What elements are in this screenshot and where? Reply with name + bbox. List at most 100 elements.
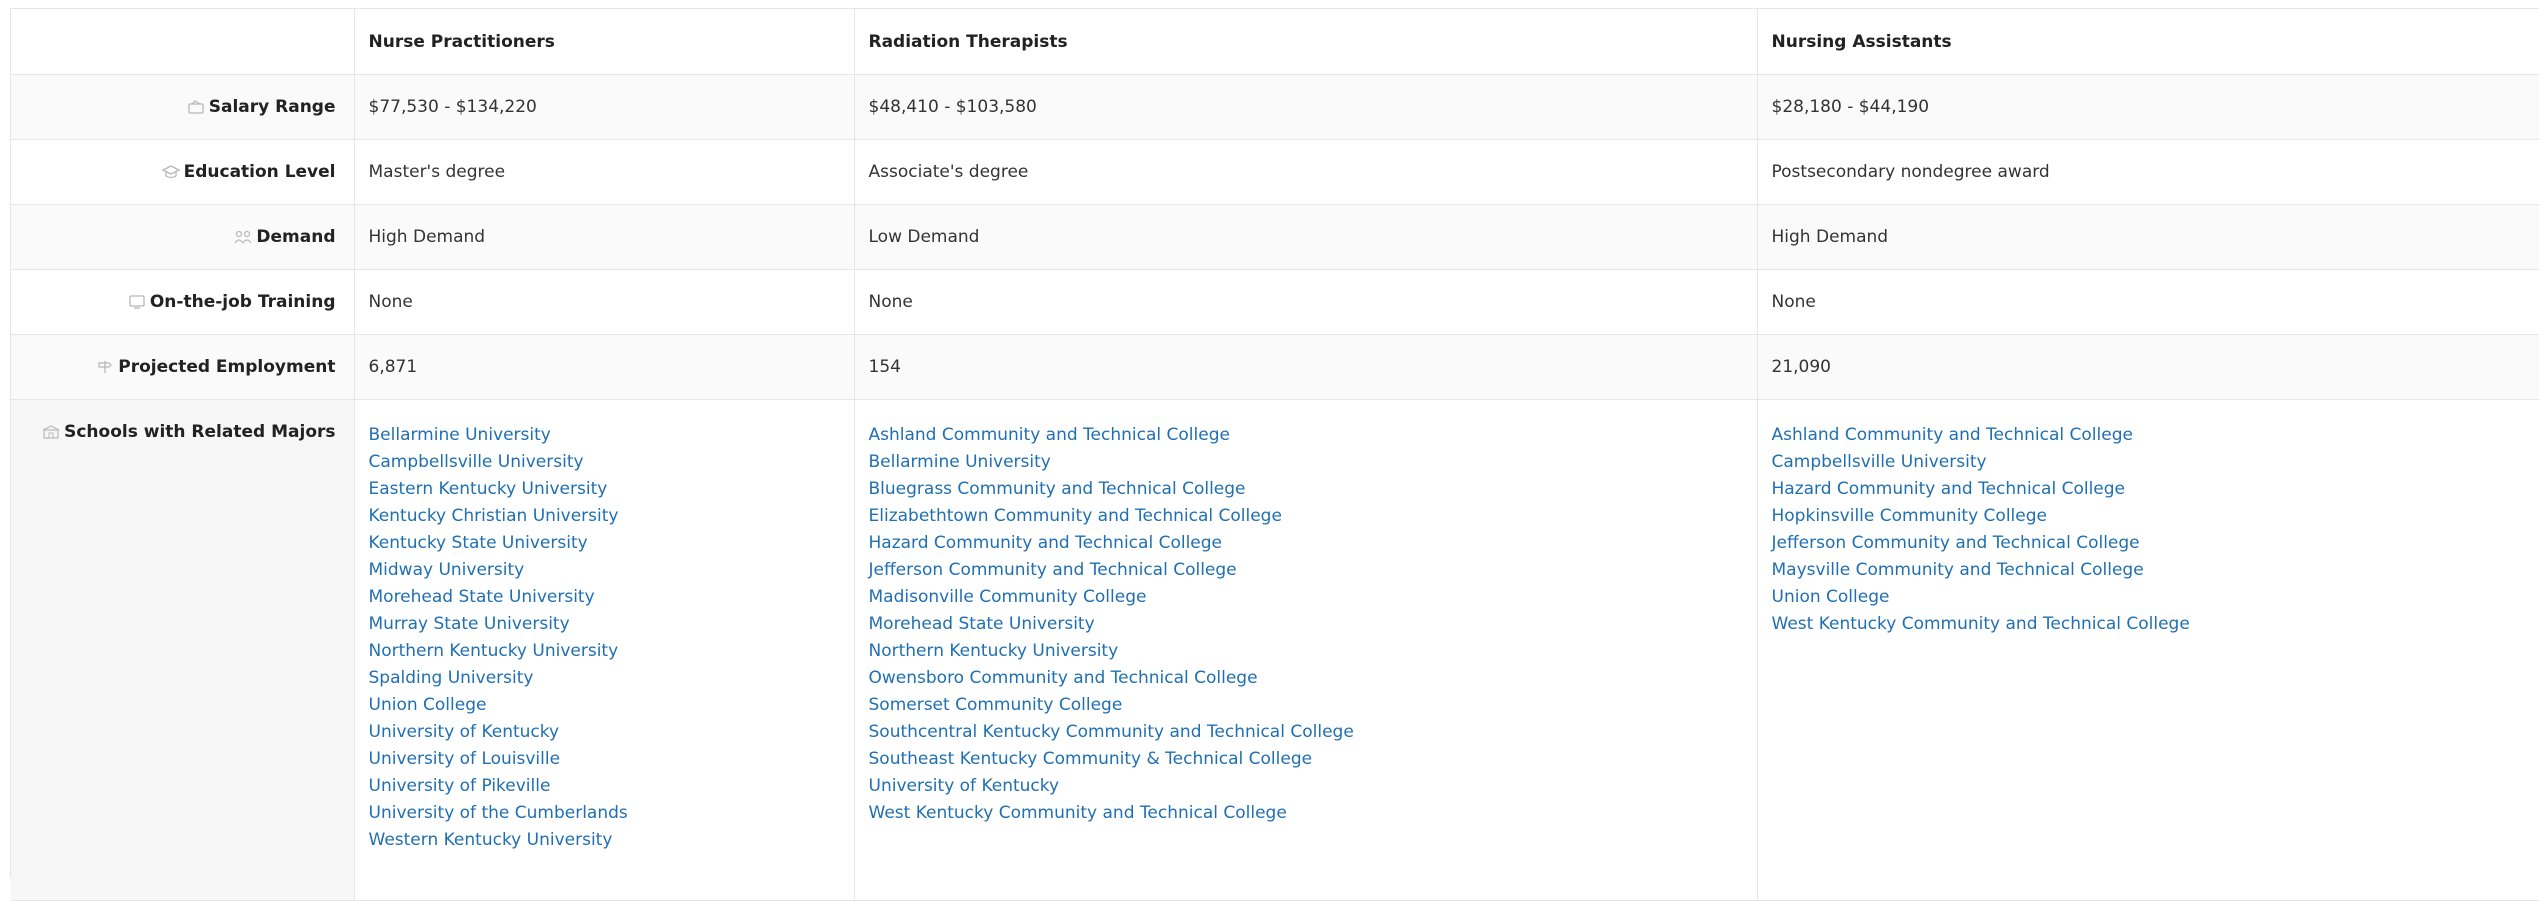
salary-range-row: Salary Range $77,530 - $134,220 $48,410 … (11, 74, 2539, 140)
school-link[interactable]: Spalding University (369, 668, 534, 688)
employment-value-3: 21,090 (1757, 334, 2539, 400)
salary-value-3: $28,180 - $44,190 (1757, 74, 2539, 140)
list-item: Bluegrass Community and Technical Colleg… (869, 476, 1743, 503)
school-link[interactable]: Midway University (369, 560, 525, 580)
list-item: Union College (1772, 584, 2526, 611)
school-link[interactable]: Union College (1772, 587, 1890, 607)
school-link[interactable]: Maysville Community and Technical Colleg… (1772, 560, 2144, 580)
school-link[interactable]: West Kentucky Community and Technical Co… (869, 803, 1287, 823)
row-label-training: On-the-job Training (11, 269, 355, 335)
school-link[interactable]: Campbellsville University (369, 452, 584, 472)
header-career-1: Nurse Practitioners (354, 9, 855, 75)
list-item: Madisonville Community College (869, 584, 1743, 611)
list-item: Western Kentucky University (369, 827, 840, 854)
list-item: Kentucky Christian University (369, 503, 840, 530)
schools-cell-1: Bellarmine University Campbellsville Univ… (354, 399, 855, 901)
school-link[interactable]: Owensboro Community and Technical Colleg… (869, 668, 1258, 688)
school-link[interactable]: Southcentral Kentucky Community and Tech… (869, 722, 1354, 742)
school-link[interactable]: Murray State University (369, 614, 570, 634)
school-link[interactable]: Western Kentucky University (369, 830, 613, 850)
list-item: Union College (369, 692, 840, 719)
header-career-3: Nursing Assistants (1757, 9, 2539, 75)
list-item: Maysville Community and Technical Colleg… (1772, 557, 2526, 584)
list-item: University of Louisville (369, 746, 840, 773)
list-item: West Kentucky Community and Technical Co… (1772, 611, 2526, 638)
school-link[interactable]: Union College (369, 695, 487, 715)
school-link[interactable]: Hazard Community and Technical College (869, 533, 1223, 553)
education-level-label: Education Level (183, 162, 336, 182)
training-row: On-the-job Training None None None (11, 269, 2539, 335)
list-item: Spalding University (369, 665, 840, 692)
school-link[interactable]: Bellarmine University (869, 452, 1051, 472)
schools-cell-2: Ashland Community and Technical College B… (854, 399, 1758, 901)
school-link[interactable]: Kentucky State University (369, 533, 588, 553)
school-link[interactable]: Bellarmine University (369, 425, 551, 445)
school-link[interactable]: Hopkinsville Community College (1772, 506, 2048, 526)
school-link[interactable]: Elizabethtown Community and Technical Co… (869, 506, 1282, 526)
comparison-table-container: Nurse Practitioners Radiation Therapists… (10, 8, 2539, 901)
school-link[interactable]: Morehead State University (869, 614, 1095, 634)
schools-label: Schools with Related Majors (64, 422, 336, 442)
demand-row: Demand High Demand Low Demand High Deman… (11, 204, 2539, 270)
list-item: Southcentral Kentucky Community and Tech… (869, 719, 1743, 746)
school-link[interactable]: Northern Kentucky University (369, 641, 619, 661)
school-link[interactable]: Southeast Kentucky Community & Technical… (869, 749, 1313, 769)
list-item: Ashland Community and Technical College (869, 422, 1743, 449)
training-value-3: None (1757, 269, 2539, 335)
school-link[interactable]: University of Louisville (369, 749, 561, 769)
list-item: Hopkinsville Community College (1772, 503, 2526, 530)
list-item: Morehead State University (869, 611, 1743, 638)
school-link[interactable]: Somerset Community College (869, 695, 1123, 715)
school-link[interactable]: Ashland Community and Technical College (869, 425, 1230, 445)
school-link[interactable]: Morehead State University (369, 587, 595, 607)
school-link[interactable]: Kentucky Christian University (369, 506, 619, 526)
list-item: Murray State University (369, 611, 840, 638)
school-link[interactable]: Jefferson Community and Technical Colleg… (869, 560, 1237, 580)
school-link[interactable]: University of Kentucky (869, 776, 1060, 796)
salary-value-1: $77,530 - $134,220 (354, 74, 855, 140)
signpost-icon (96, 360, 114, 374)
education-value-1: Master's degree (354, 139, 855, 205)
header-empty-cell (11, 9, 355, 75)
list-item: Somerset Community College (869, 692, 1743, 719)
monitor-icon (128, 295, 146, 309)
header-career-2: Radiation Therapists (854, 9, 1758, 75)
row-label-education: Education Level (11, 139, 355, 205)
list-item: University of the Cumberlands (369, 800, 840, 827)
school-link[interactable]: Bluegrass Community and Technical Colleg… (869, 479, 1246, 499)
row-label-employment: Projected Employment (11, 334, 355, 400)
graduation-cap-icon (161, 165, 180, 179)
employment-value-1: 6,871 (354, 334, 855, 400)
list-item: University of Kentucky (369, 719, 840, 746)
school-link[interactable]: Ashland Community and Technical College (1772, 425, 2133, 445)
school-link[interactable]: Jefferson Community and Technical Colleg… (1772, 533, 2140, 553)
school-link[interactable]: University of the Cumberlands (369, 803, 628, 823)
demand-value-1: High Demand (354, 204, 855, 270)
list-item: University of Pikeville (369, 773, 840, 800)
school-link[interactable]: Campbellsville University (1772, 452, 1987, 472)
list-item: Northern Kentucky University (869, 638, 1743, 665)
projected-employment-row: Projected Employment 6,871 154 21,090 (11, 334, 2539, 400)
list-item: Morehead State University (369, 584, 840, 611)
school-link[interactable]: Hazard Community and Technical College (1772, 479, 2126, 499)
school-link[interactable]: University of Kentucky (369, 722, 560, 742)
school-link[interactable]: Eastern Kentucky University (369, 479, 608, 499)
school-list: Ashland Community and Technical College B… (869, 422, 1743, 827)
list-item: Elizabethtown Community and Technical Co… (869, 503, 1743, 530)
list-item: Ashland Community and Technical College (1772, 422, 2526, 449)
list-item: Hazard Community and Technical College (869, 530, 1743, 557)
list-item: Eastern Kentucky University (369, 476, 840, 503)
school-link[interactable]: University of Pikeville (369, 776, 551, 796)
education-level-row: Education Level Master's degree Associat… (11, 139, 2539, 205)
school-link[interactable]: West Kentucky Community and Technical Co… (1772, 614, 2190, 634)
salary-range-label: Salary Range (208, 97, 336, 117)
row-label-salary: Salary Range (11, 74, 355, 140)
list-item: University of Kentucky (869, 773, 1743, 800)
school-link[interactable]: Northern Kentucky University (869, 641, 1119, 661)
list-item: Jefferson Community and Technical Colleg… (869, 557, 1743, 584)
list-item: Campbellsville University (1772, 449, 2526, 476)
list-item: Midway University (369, 557, 840, 584)
list-item: Campbellsville University (369, 449, 840, 476)
school-link[interactable]: Madisonville Community College (869, 587, 1147, 607)
demand-value-2: Low Demand (854, 204, 1758, 270)
